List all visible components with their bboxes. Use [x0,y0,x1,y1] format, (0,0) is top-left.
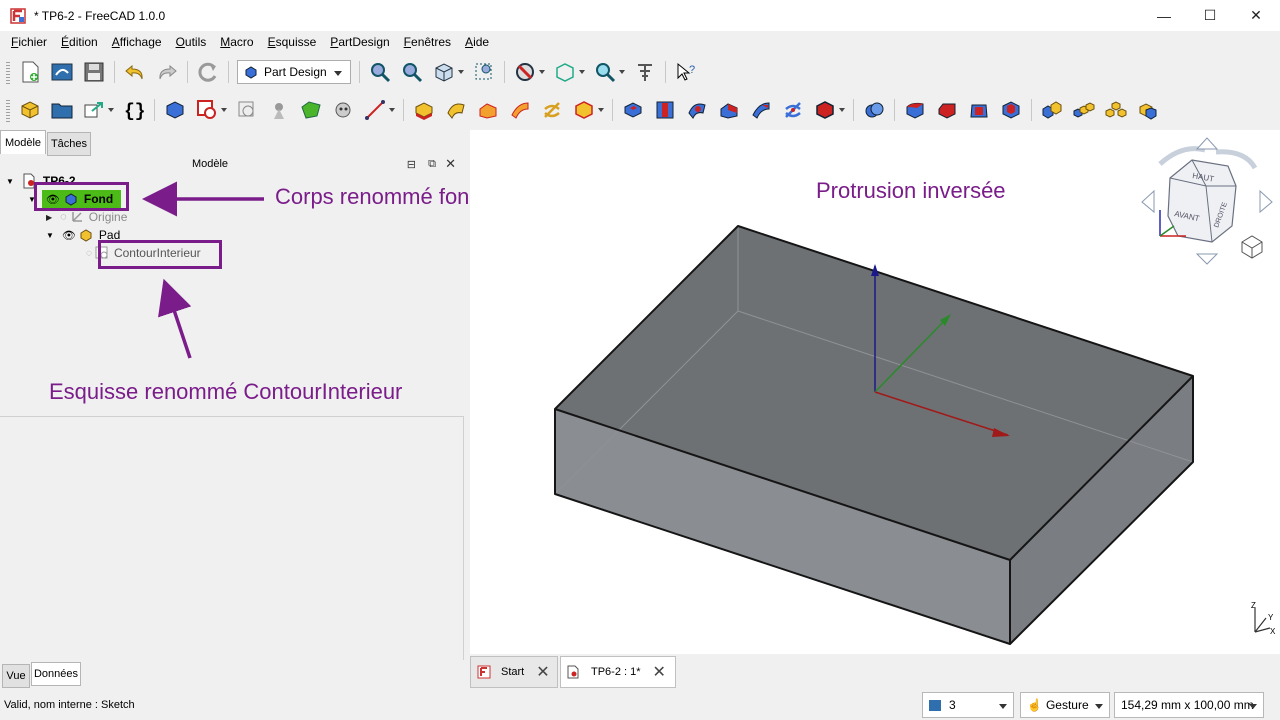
draw-style-value: 3 [949,698,956,712]
arrow-to-sketch [158,278,192,359]
3d-viewport[interactable]: HAUT AVANT DROITE Z Y X Protrusion inver… [470,130,1280,654]
navigation-cube[interactable]: HAUT AVANT DROITE [1141,137,1273,265]
annotation-protrusion-text: Protrusion inversée [816,178,1006,203]
close-tab-start-icon[interactable]: ✕ [536,662,549,682]
document-tabs: Start ✕ TP6-2 : 1* ✕ [468,654,1280,690]
dimension-value: 154,29 mm x 100,00 mm [1121,698,1254,712]
tab-document[interactable]: TP6-2 : 1* ✕ [560,656,676,688]
navigation-style-value: Gesture [1045,698,1089,712]
freecad-logo-icon [477,665,491,679]
axis-cross-indicator: Z Y X [1251,601,1276,636]
status-bar: Valid, nom interne : Sketch 3 ☝ Gesture … [0,690,1280,720]
tab-document-label: TP6-2 : 1* [591,666,641,678]
annotation-sketch-text: Esquisse renommé ContourInterieur [49,379,403,404]
tab-start[interactable]: Start ✕ [470,656,558,688]
svg-text:Y: Y [1268,613,1274,622]
svg-text:Z: Z [1251,601,1256,610]
tab-start-label: Start [501,666,525,678]
status-message: Valid, nom interne : Sketch [4,699,135,711]
navigation-style-selector[interactable]: ☝ Gesture [1020,692,1110,718]
annotation-body-text: Corps renommé fond [275,184,482,209]
svg-text:X: X [1270,627,1276,636]
document-icon [567,665,579,679]
dimension-indicator[interactable]: 154,29 mm x 100,00 mm [1114,692,1264,718]
color-swatch-icon [929,699,941,711]
mouse-gesture-icon: ☝ [1027,698,1042,712]
3d-scene: HAUT AVANT DROITE Z Y X [554,137,1276,645]
draw-style-selector[interactable]: 3 [922,692,1014,718]
close-tab-document-icon[interactable]: ✕ [653,662,666,682]
